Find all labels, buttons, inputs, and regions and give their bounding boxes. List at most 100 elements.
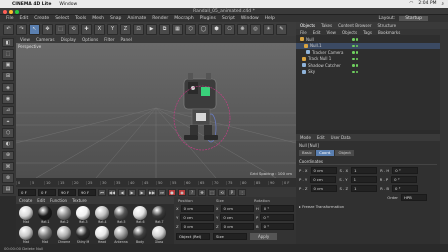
material-swatch[interactable]: Mat.5 xyxy=(113,206,129,224)
attribute-field[interactable]: 0 ° xyxy=(392,185,419,192)
object-row[interactable]: Sky xyxy=(296,69,448,76)
material-swatch[interactable]: Chrome xyxy=(56,226,72,244)
render-visibility-icon[interactable] xyxy=(355,44,358,47)
autokey-button[interactable]: ◉ xyxy=(178,188,186,196)
end-frame-field[interactable]: 90 F xyxy=(58,188,76,196)
current-frame-field[interactable]: 0 F xyxy=(38,188,56,196)
menu-window[interactable]: Window xyxy=(241,16,259,21)
app-menu[interactable]: CINEMA 4D Lite xyxy=(12,2,51,7)
window-menu[interactable]: Window xyxy=(59,2,77,7)
order-select[interactable]: HPB xyxy=(401,194,427,201)
toolbar-button-9[interactable]: Z xyxy=(120,23,131,35)
viewport[interactable]: Perspective Grid Spacing : 100 cm xyxy=(16,43,296,178)
attribute-field[interactable]: 1 xyxy=(350,176,377,183)
toolbar-button-5[interactable]: ⟲ xyxy=(68,23,79,35)
toolbar-button-14[interactable]: ⬡ xyxy=(185,23,196,35)
material-swatch[interactable]: Mat xyxy=(18,226,34,244)
material-swatch[interactable]: Mat.2 xyxy=(56,206,72,224)
material-menu-edit[interactable]: Edit xyxy=(37,198,45,203)
menu-snap[interactable]: Snap xyxy=(110,16,121,21)
menu-file[interactable]: File xyxy=(6,16,14,21)
tab-objects[interactable]: Objects xyxy=(300,23,315,28)
palette-tool-12[interactable]: ⊗ xyxy=(2,173,14,183)
prev-key-button[interactable]: ◀◀ xyxy=(108,188,116,196)
viewport-menu-panel[interactable]: Panel xyxy=(121,37,132,42)
material-swatch[interactable]: Mat.3 xyxy=(75,206,91,224)
viewport-menu-display[interactable]: Display xyxy=(61,37,76,42)
toolbar-button-16[interactable]: ⬢ xyxy=(211,23,222,35)
toolbar-button-7[interactable]: X xyxy=(94,23,105,35)
toolbar-button-1[interactable]: ↷ xyxy=(16,23,27,35)
scale-key-button[interactable]: ⬚ xyxy=(208,188,216,196)
viewport-menu-view[interactable]: View xyxy=(20,37,30,42)
toolbar-button-20[interactable]: ☀ xyxy=(263,23,274,35)
palette-tool-7[interactable]: ⌖ xyxy=(2,116,14,127)
size-x-field[interactable]: 0 cm xyxy=(220,205,254,212)
attribute-field[interactable]: 0 ° xyxy=(391,176,418,183)
render-visibility-icon[interactable] xyxy=(355,51,358,54)
attribute-menu-user-data[interactable]: User Data xyxy=(331,135,351,140)
menu-edit[interactable]: Edit xyxy=(20,16,29,21)
visibility-dots[interactable] xyxy=(352,51,358,54)
attribute-menu-mode[interactable]: Mode xyxy=(300,135,311,140)
menu-script[interactable]: Script xyxy=(222,16,235,21)
attribute-tab-coord[interactable]: Coord. xyxy=(316,150,335,156)
toolbar-button-18[interactable]: ❋ xyxy=(237,23,248,35)
palette-tool-4[interactable]: ◈ xyxy=(2,83,14,93)
size-mode-select[interactable]: Size xyxy=(213,233,247,240)
tab-takes[interactable]: Takes xyxy=(321,23,332,28)
attribute-field[interactable]: 0 ° xyxy=(392,167,419,174)
render-visibility-icon[interactable] xyxy=(355,64,358,67)
menu-tools[interactable]: Tools xyxy=(75,16,86,21)
toolbar-button-0[interactable]: ↶ xyxy=(3,23,14,35)
palette-tool-5[interactable]: ◉ xyxy=(2,94,14,104)
apply-button[interactable]: Apply xyxy=(250,233,278,240)
editor-visibility-icon[interactable] xyxy=(352,57,355,60)
preview-end-field[interactable]: 90 F xyxy=(78,188,96,196)
toolbar-button-15[interactable]: ◯ xyxy=(198,23,209,35)
menu-help[interactable]: Help xyxy=(265,16,275,21)
editor-visibility-icon[interactable] xyxy=(352,51,355,54)
rotation-h-field[interactable]: 0 ° xyxy=(260,205,295,212)
search-icon[interactable]: ⌕ xyxy=(441,1,444,7)
attribute-field[interactable]: 0 cm xyxy=(310,167,337,174)
toolbar-button-10[interactable]: ⊡ xyxy=(133,23,144,35)
palette-tool-6[interactable]: ⊿ xyxy=(2,105,14,115)
object-menu-edit[interactable]: Edit xyxy=(313,30,321,35)
object-menu-view[interactable]: View xyxy=(326,30,336,35)
toolbar-button-8[interactable]: Y xyxy=(107,23,118,35)
palette-tool-11[interactable]: ⌘ xyxy=(2,162,14,172)
visibility-dots[interactable] xyxy=(352,70,358,73)
next-frame-button[interactable]: ▶ xyxy=(138,188,146,196)
material-swatch[interactable]: Antenna xyxy=(113,226,129,244)
size-y-field[interactable]: 0 cm xyxy=(220,214,255,221)
layout-select[interactable]: Startup xyxy=(399,16,428,21)
object-menu-objects[interactable]: Objects xyxy=(342,30,357,35)
freeze-transformation-section[interactable]: ▸ Freeze Transformation xyxy=(299,204,437,209)
toolbar-button-13[interactable]: ▦ xyxy=(172,23,183,35)
go-to-start-button[interactable]: ⏮ xyxy=(98,188,106,196)
toolbar-button-12[interactable]: ⧉ xyxy=(159,23,170,35)
palette-tool-9[interactable]: ◐ xyxy=(2,139,14,149)
menu-select[interactable]: Select xyxy=(55,16,69,21)
material-menu-create[interactable]: Create xyxy=(19,198,32,203)
size-z-field[interactable]: 0 cm xyxy=(220,223,254,230)
material-swatch[interactable]: Mat.1 xyxy=(37,206,53,224)
material-swatch[interactable]: Glass xyxy=(151,226,167,244)
object-menu-tags[interactable]: Tags xyxy=(363,30,372,35)
menu-animate[interactable]: Animate xyxy=(127,16,146,21)
attribute-field[interactable]: 1 xyxy=(351,185,378,192)
editor-visibility-icon[interactable] xyxy=(352,70,355,73)
toolbar-button-3[interactable]: ✥ xyxy=(42,23,53,35)
toolbar-button-11[interactable]: ▶ xyxy=(146,23,157,35)
attribute-tab-basic[interactable]: Basic xyxy=(299,150,316,156)
material-swatch[interactable]: Mat.6 xyxy=(132,206,148,224)
material-swatch[interactable]: Shiny M xyxy=(75,226,91,244)
visibility-dots[interactable] xyxy=(352,57,358,60)
clock[interactable]: 2:04 PM xyxy=(418,1,436,7)
attribute-field[interactable]: 0 cm xyxy=(310,176,337,183)
wifi-icon[interactable]: ◠ xyxy=(409,1,413,7)
material-swatch[interactable]: Head xyxy=(94,226,110,244)
material-swatch[interactable]: Mat.4 xyxy=(94,206,110,224)
render-visibility-icon[interactable] xyxy=(355,57,358,60)
